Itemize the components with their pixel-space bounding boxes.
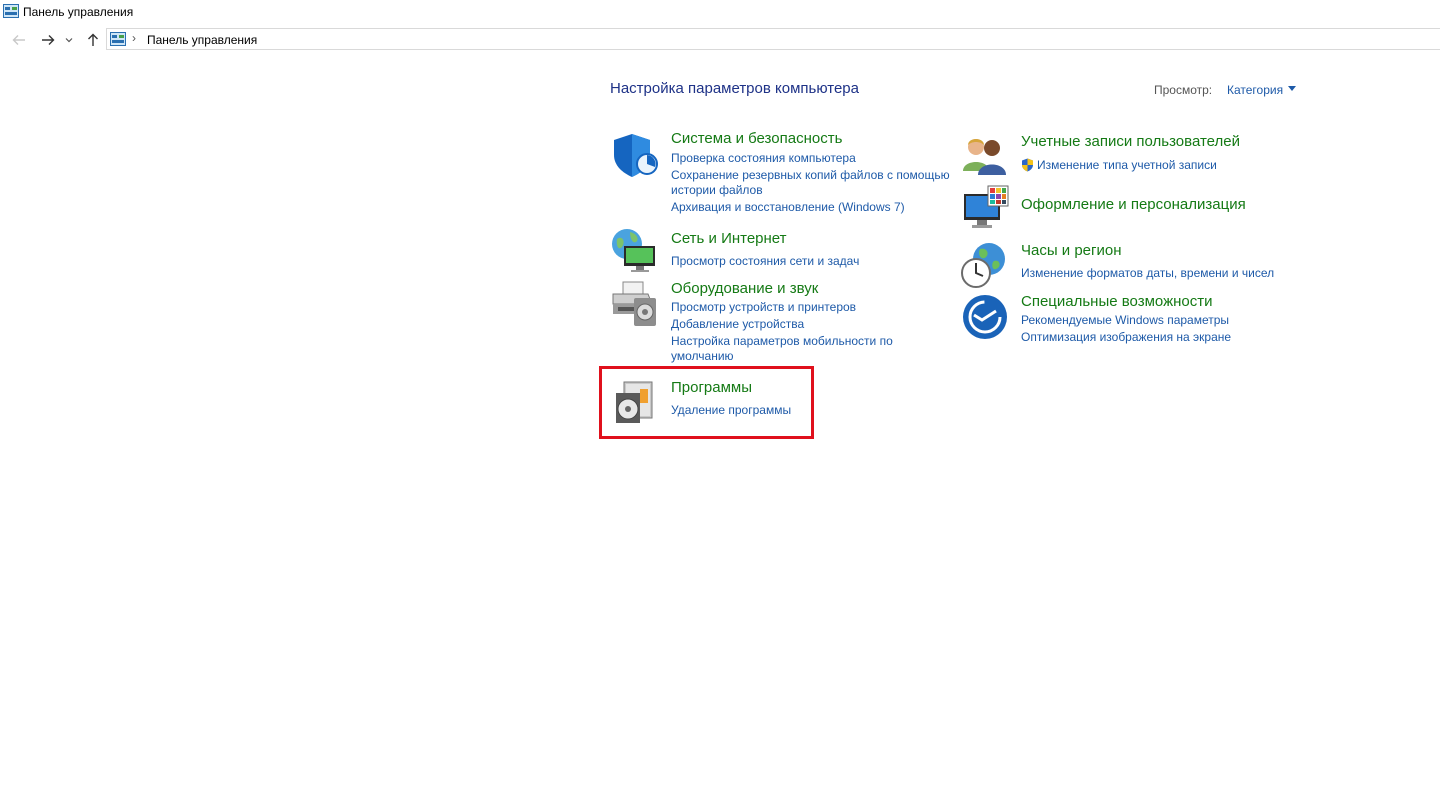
control-panel-icon — [110, 32, 126, 46]
change-account-type-link[interactable]: Изменение типа учетной записи — [1037, 157, 1217, 173]
forward-button[interactable] — [39, 31, 57, 49]
window-title: Панель управления — [23, 5, 134, 19]
view-by-dropdown[interactable]: Категория — [1227, 83, 1297, 97]
check-computer-status-link[interactable]: Проверка состояния компьютера — [671, 150, 856, 166]
address-bar[interactable]: › Панель управления — [106, 28, 1440, 50]
mobility-settings-link[interactable]: Настройка параметров мобильности по — [671, 333, 893, 349]
devices-printers-link[interactable]: Просмотр устройств и принтеров — [671, 299, 856, 315]
system-security-title[interactable]: Система и безопасность — [671, 130, 842, 147]
accessibility-title[interactable]: Специальные возможности — [1021, 293, 1213, 310]
add-device-link[interactable]: Добавление устройства — [671, 316, 804, 332]
clock-region-title[interactable]: Часы и регион — [1021, 242, 1122, 259]
appearance-title[interactable]: Оформление и персонализация — [1021, 196, 1246, 213]
arrow-right-icon — [42, 35, 55, 45]
printer-icon — [612, 281, 656, 326]
view-by-value[interactable]: Категория — [1227, 83, 1283, 97]
breadcrumb-separator[interactable]: › — [132, 31, 136, 45]
uac-shield-icon — [1022, 158, 1033, 172]
backup-restore-link[interactable]: Архивация и восстановление (Windows 7) — [671, 199, 905, 215]
title-bar: Панель управления — [0, 0, 1440, 24]
network-globe-icon — [612, 229, 655, 272]
caret-down-icon — [1288, 86, 1297, 92]
network-title[interactable]: Сеть и Интернет — [671, 230, 787, 247]
up-button[interactable] — [84, 31, 102, 49]
chevron-down-icon — [65, 38, 73, 43]
breadcrumb[interactable]: Панель управления — [147, 33, 257, 47]
recent-locations-button[interactable] — [63, 31, 75, 49]
monitor-palette-icon — [964, 185, 1009, 228]
control-panel-icon — [3, 4, 19, 18]
page-title: Настройка параметров компьютера — [610, 80, 859, 97]
hardware-title[interactable]: Оборудование и звук — [671, 280, 818, 297]
shield-icon — [614, 134, 658, 177]
back-button[interactable] — [10, 31, 28, 49]
accessibility-icon — [963, 295, 1007, 339]
recommended-settings-link[interactable]: Рекомендуемые Windows параметры — [1021, 312, 1229, 328]
file-history-link[interactable]: Сохранение резервных копий файлов с помо… — [671, 167, 950, 183]
optimize-display-link[interactable]: Оптимизация изображения на экране — [1021, 329, 1231, 345]
arrow-up-icon — [88, 33, 98, 46]
arrow-left-icon — [12, 35, 25, 45]
clock-globe-icon — [961, 243, 1005, 288]
user-accounts-title[interactable]: Учетные записи пользователей — [1021, 133, 1240, 150]
network-status-link[interactable]: Просмотр состояния сети и задач — [671, 253, 859, 269]
date-time-formats-link[interactable]: Изменение форматов даты, времени и чисел — [1021, 265, 1274, 281]
navigation-bar: › Панель управления — [0, 28, 1440, 52]
highlight-box — [599, 366, 814, 439]
users-icon — [963, 139, 1006, 175]
mobility-settings-link-cont[interactable]: умолчанию — [671, 348, 734, 364]
file-history-link-cont[interactable]: истории файлов — [671, 182, 763, 198]
view-label: Просмотр: — [1154, 83, 1213, 97]
